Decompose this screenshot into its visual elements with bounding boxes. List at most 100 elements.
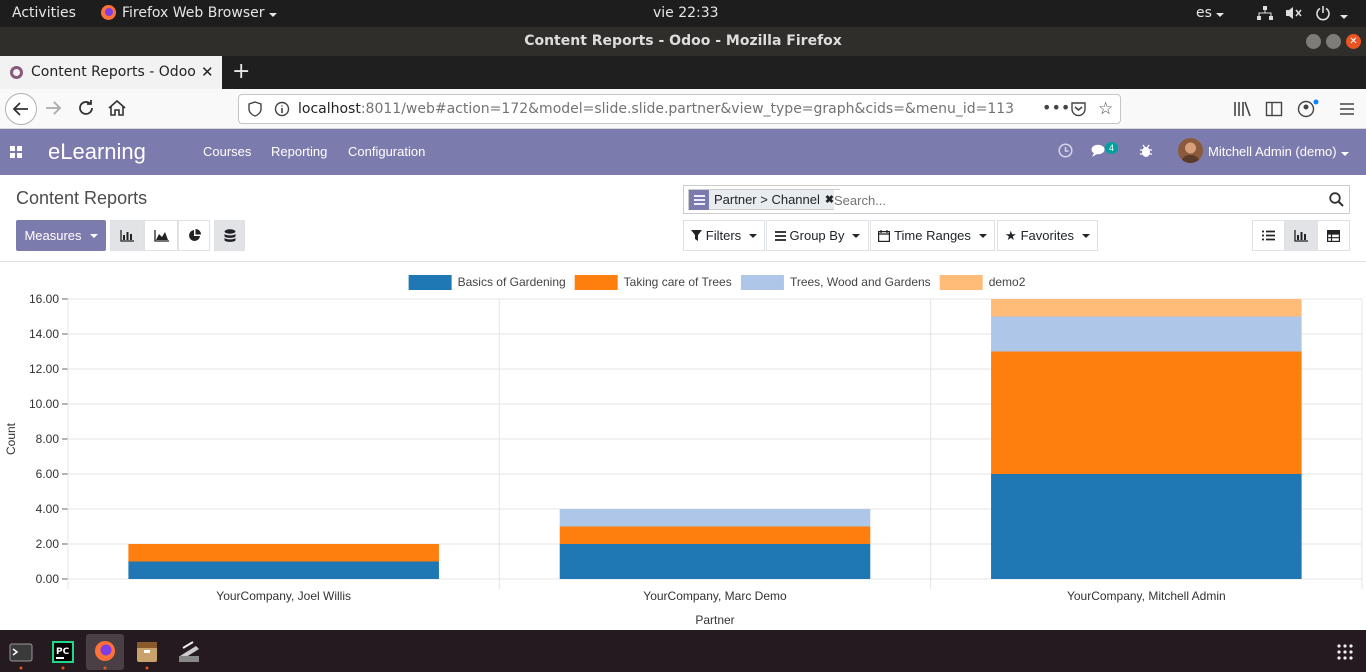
database-icon [224,228,235,242]
list-view-icon [1262,230,1275,241]
apps-grid-icon[interactable] [10,146,22,158]
user-menu[interactable]: Mitchell Admin (demo) [1208,144,1349,159]
url-text[interactable]: localhost:8011/web#action=172&model=slid… [298,101,1014,117]
odoo-favicon-icon [10,66,23,79]
x-tick-label: YourCompany, Mitchell Admin [1067,589,1226,603]
y-tick-label: 2.00 [36,537,60,551]
tab-bar: Content Reports - Odoo ✕ + [0,56,1366,89]
bookmark-star-icon[interactable]: ☆ [1098,99,1113,119]
firefox-icon [100,4,117,21]
bar-segment [128,544,439,562]
filters-button[interactable]: Filters [683,220,765,251]
network-icon[interactable] [1257,6,1273,20]
tracking-protection-icon[interactable] [247,101,263,117]
y-axis-label: Count [4,422,18,455]
sidebar-icon[interactable] [1265,100,1283,118]
search-input[interactable] [834,190,1314,210]
pycharm-icon[interactable]: PC [45,634,81,670]
site-info-icon[interactable] [274,101,290,117]
group-by-label: Group By [789,228,845,243]
y-tick-label: 6.00 [36,467,60,481]
firefox-taskbar-icon[interactable] [86,634,124,670]
pie-chart-button[interactable] [178,220,210,251]
menu-reporting[interactable]: Reporting [271,144,327,159]
list-view-button[interactable] [1252,220,1285,251]
graph-view-icon [1294,229,1308,242]
language-indicator[interactable]: es [1196,5,1224,21]
time-ranges-button[interactable]: Time Ranges [870,220,995,251]
show-applications-icon[interactable] [1327,634,1363,670]
time-ranges-label: Time Ranges [894,228,971,243]
control-panel: Content Reports Partner > Channel ✖ Meas… [0,175,1366,262]
new-tab-icon[interactable]: + [232,59,250,84]
system-top-bar: Activities Firefox Web Browser vie 22:33… [0,0,1366,27]
clock[interactable]: vie 22:33 [653,5,719,21]
bar-segment [991,474,1302,579]
activities-button[interactable]: Activities [12,5,76,21]
measures-label: Measures [24,228,82,243]
group-by-button[interactable]: Group By [766,220,869,251]
page-actions-icon[interactable]: ••• [1042,98,1070,117]
legend-label: demo2 [989,275,1026,289]
terminal-icon[interactable] [3,634,39,670]
url-bar[interactable]: localhost:8011/web#action=172&model=slid… [238,94,1121,124]
hamburger-menu-icon[interactable] [1338,100,1356,118]
pocket-icon[interactable] [1070,101,1087,117]
minimize-icon[interactable] [1306,34,1321,49]
graph-view-button[interactable] [1285,220,1317,251]
area-chart-icon [153,229,169,242]
maximize-icon[interactable] [1326,34,1341,49]
forward-icon[interactable] [42,97,64,119]
pivot-view-button[interactable] [1317,220,1350,251]
power-icon[interactable] [1315,5,1331,21]
stacked-toggle-button[interactable] [214,220,245,251]
home-icon[interactable] [106,97,128,119]
odoo-main-navbar: eLearning Courses Reporting Configuratio… [0,129,1366,175]
line-chart-button[interactable] [144,220,178,251]
facet-label: Partner > Channel [714,192,820,207]
legend-label: Basics of Gardening [458,275,566,289]
scanner-icon[interactable] [171,634,207,670]
y-tick-label: 0.00 [36,572,60,586]
volume-muted-icon[interactable] [1285,6,1303,20]
y-tick-label: 8.00 [36,432,60,446]
measures-button[interactable]: Measures [16,220,106,251]
reload-icon[interactable] [75,97,97,119]
bar-chart-button[interactable] [110,220,144,251]
close-tab-icon[interactable]: ✕ [201,63,214,81]
search-icon[interactable] [1329,192,1344,207]
bar-segment [991,299,1302,317]
tab-content-reports[interactable]: Content Reports - Odoo ✕ [0,56,222,89]
activity-clock-icon[interactable] [1058,143,1073,158]
bar-segment [559,544,871,579]
account-icon[interactable] [1297,99,1319,119]
window-title: Content Reports - Odoo - Mozilla Firefox [524,33,842,49]
group-by-icon [774,230,786,241]
url-path: :8011/web#action=172&model=slide.slide.p… [360,101,1015,117]
user-avatar[interactable] [1178,138,1203,163]
app-menu-label: Firefox Web Browser [122,5,265,21]
legend-swatch [939,275,983,290]
user-name: Mitchell Admin (demo) [1208,144,1337,159]
stacked-bar-chart: 0.00 2.00 4.00 6.00 8.00 10.00 12.00 14.00 16.00… [4,275,1363,627]
back-icon[interactable] [5,93,37,125]
app-menu[interactable]: Firefox Web Browser [122,5,277,21]
search-facet[interactable]: Partner > Channel ✖ [688,189,841,210]
bar-segment [991,316,1302,352]
archive-manager-icon[interactable] [129,634,165,670]
debug-bug-icon[interactable] [1139,144,1153,158]
svg-text:PC: PC [56,647,70,657]
y-tick-label: 14.00 [29,327,59,341]
system-menu-chevron-icon[interactable] [1340,7,1348,23]
menu-configuration[interactable]: Configuration [348,144,425,159]
tab-label: Content Reports - Odoo [31,64,196,80]
favorites-button[interactable]: ★ Favorites [997,220,1098,251]
menu-courses[interactable]: Courses [203,144,251,159]
search-bar[interactable]: Partner > Channel ✖ [683,185,1350,214]
bar-segment [559,526,871,544]
close-window-icon[interactable]: ✕ [1346,34,1361,49]
app-brand[interactable]: eLearning [48,139,146,165]
calendar-icon [878,229,891,242]
library-icon[interactable] [1233,100,1251,118]
legend-label: Trees, Wood and Gardens [790,275,931,289]
